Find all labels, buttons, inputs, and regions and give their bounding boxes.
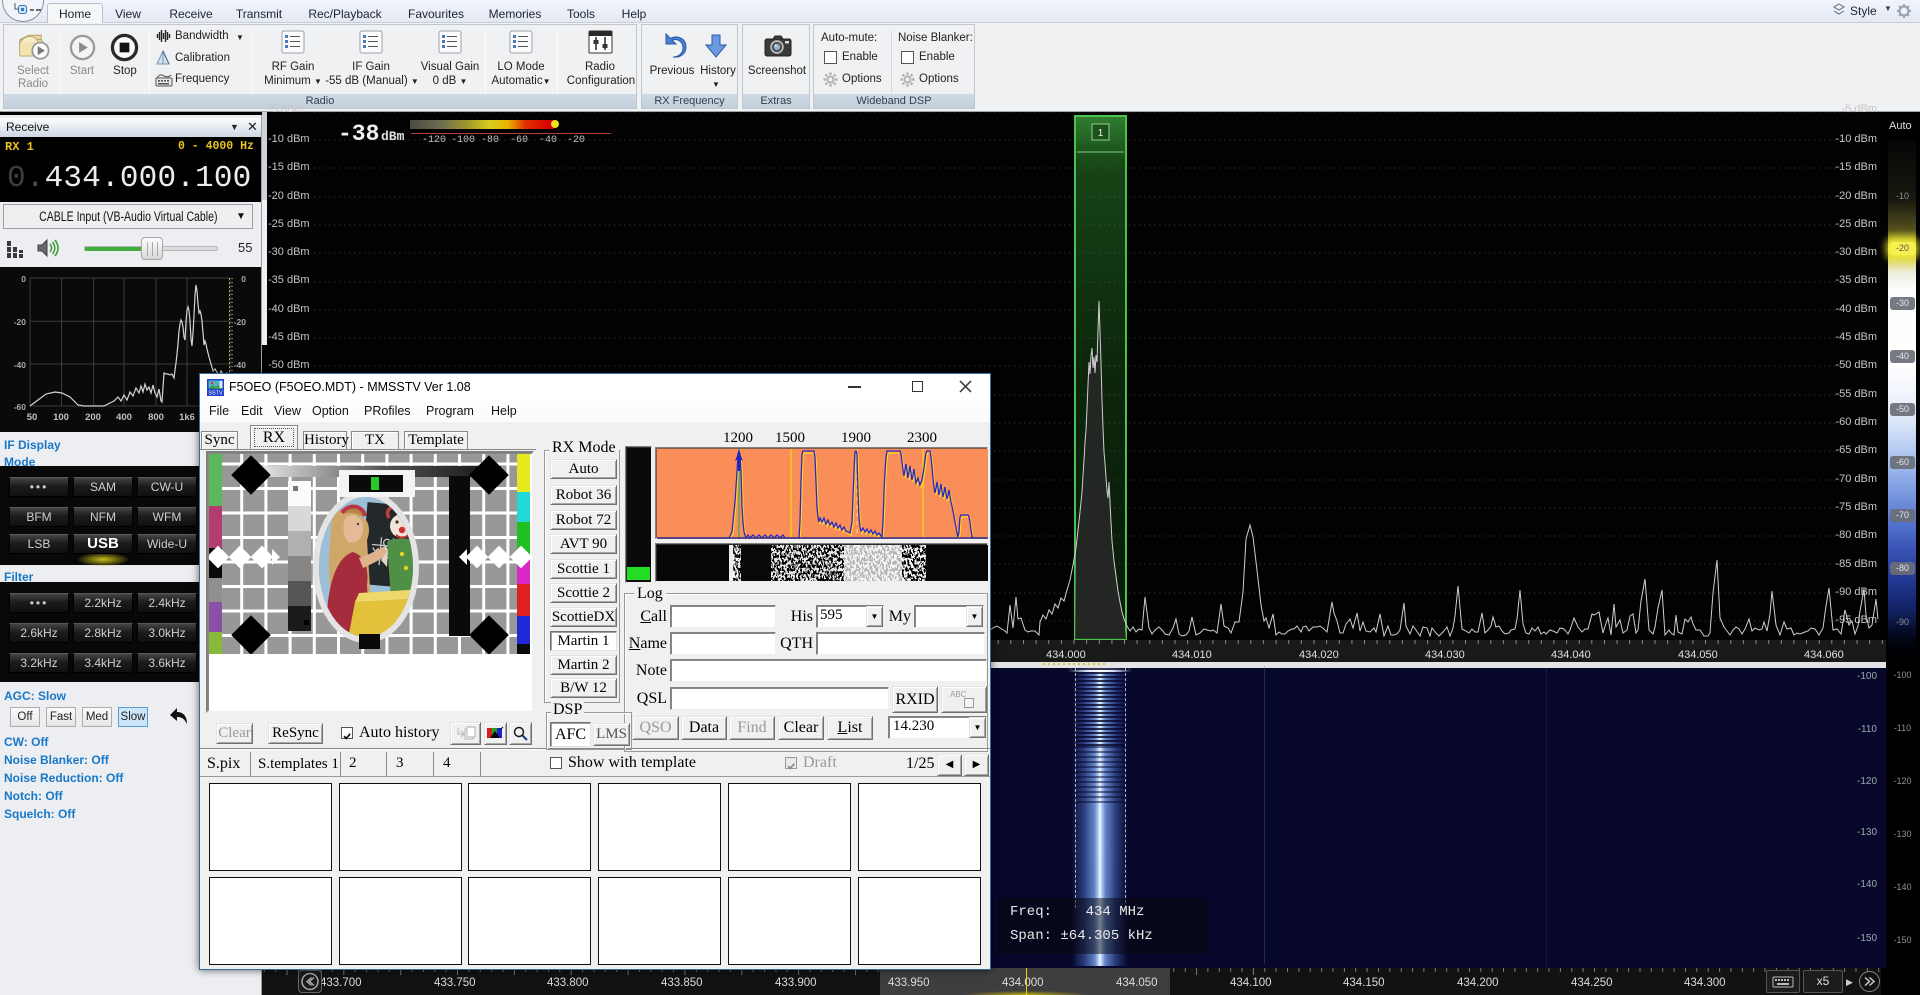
svg-text:SSTV: SSTV xyxy=(208,391,223,397)
svg-text:100: 100 xyxy=(53,412,69,423)
svg-text:200: 200 xyxy=(85,412,101,423)
svg-text:-60: -60 xyxy=(14,402,27,412)
svg-text:-40: -40 xyxy=(234,360,247,370)
svg-text:400: 400 xyxy=(116,412,132,423)
svg-text:-20: -20 xyxy=(234,317,247,327)
svg-text:0: 0 xyxy=(241,274,246,284)
svg-text:-40: -40 xyxy=(14,360,27,370)
svg-text:800: 800 xyxy=(148,412,164,423)
svg-text:1k6: 1k6 xyxy=(179,412,195,423)
svg-text:1: 1 xyxy=(1098,128,1104,139)
svg-text:0: 0 xyxy=(21,274,26,284)
svg-text:50: 50 xyxy=(27,412,38,423)
svg-text:-20: -20 xyxy=(14,317,27,327)
